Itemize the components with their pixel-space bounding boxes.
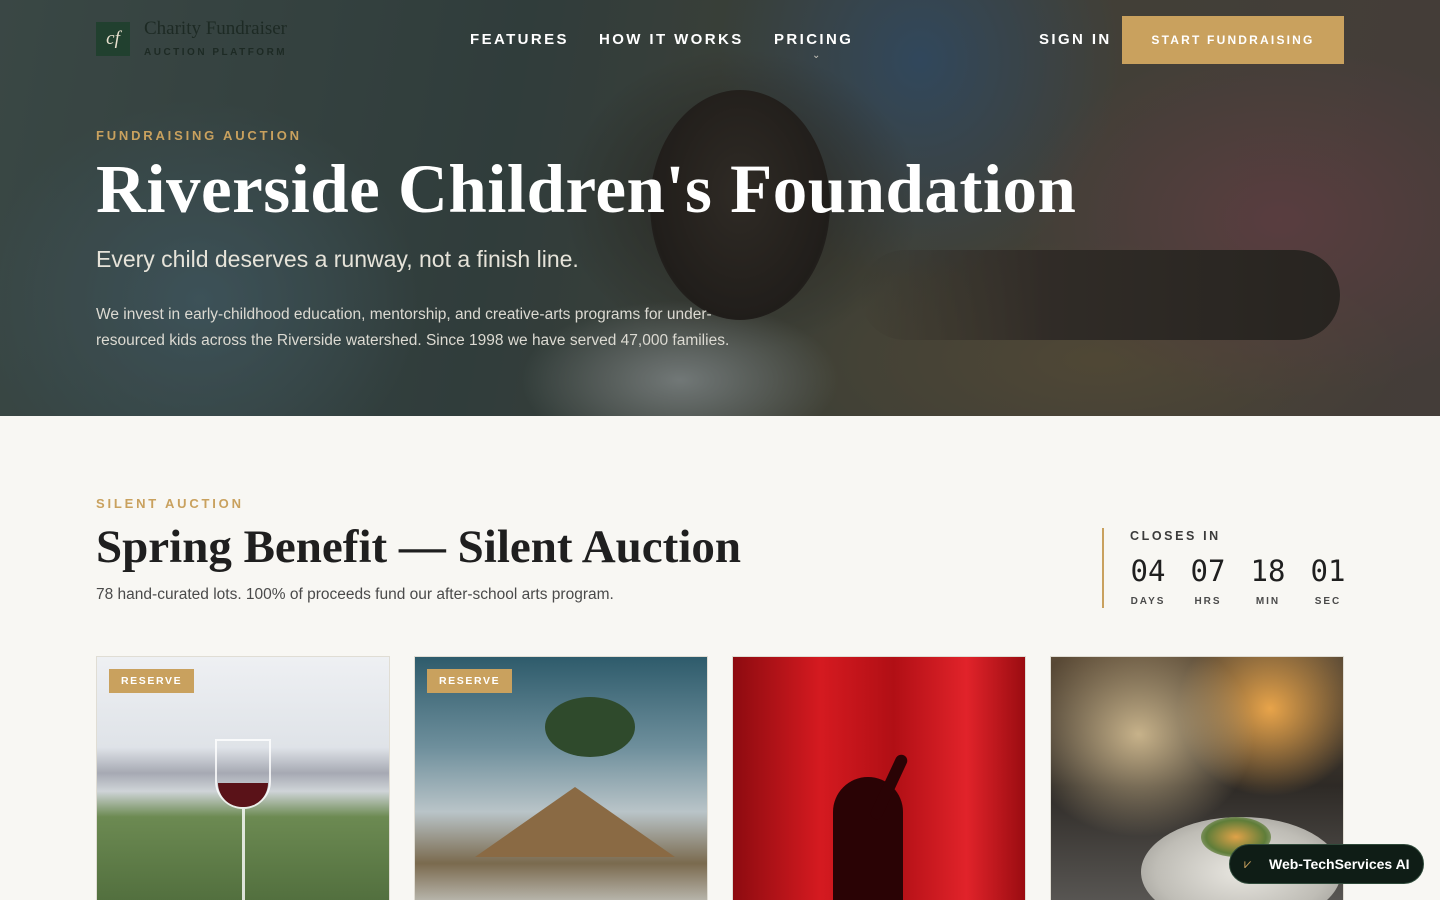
- auction-lot-card[interactable]: RESERVE: [96, 656, 390, 900]
- nav-link-pricing[interactable]: PRICING: [774, 31, 853, 48]
- hero-description: We invest in early-childhood education, …: [96, 306, 730, 349]
- countdown-minutes-value: 18: [1250, 554, 1286, 588]
- ai-assistant-button[interactable]: ⩗ Web-TechServices AI: [1229, 844, 1424, 884]
- hero-eyebrow: FUNDRAISING AUCTION: [96, 128, 302, 143]
- countdown-label: CLOSES IN: [1130, 529, 1221, 543]
- countdown-hours-label: HRS: [1194, 596, 1222, 607]
- reserve-badge: RESERVE: [109, 669, 195, 693]
- ai-assistant-label: Web-TechServices AI: [1269, 856, 1410, 872]
- wine-image-detail: [242, 809, 245, 900]
- countdown-seconds-label: SEC: [1314, 596, 1342, 607]
- countdown-seconds-value: 01: [1310, 554, 1346, 588]
- countdown-days-label: DAYS: [1130, 596, 1166, 607]
- hero-subtitle: Every child deserves a runway, not a fin…: [96, 246, 579, 272]
- sign-in-link[interactable]: SIGN IN: [1039, 31, 1112, 48]
- nav-link-features[interactable]: FEATURES: [470, 31, 569, 48]
- start-fundraising-button[interactable]: START FUNDRAISING: [1122, 16, 1344, 64]
- auction-lot-card[interactable]: RESERVE: [414, 656, 708, 900]
- auction-eyebrow: SILENT AUCTION: [96, 496, 244, 511]
- auction-lot-card[interactable]: [732, 656, 1026, 900]
- palm-tree-image: [545, 697, 635, 757]
- reserve-badge: RESERVE: [427, 669, 513, 693]
- hero-title: Riverside Children's Foundation: [96, 151, 1077, 227]
- countdown-minutes-label: MIN: [1255, 596, 1281, 607]
- countdown-minutes: 18 MIN: [1248, 554, 1288, 607]
- logo-name[interactable]: Charity Fundraiser: [144, 18, 287, 40]
- countdown-hours-value: 07: [1190, 554, 1226, 588]
- logo-tagline: AUCTION PLATFORM: [144, 47, 288, 58]
- nav-link-how-it-works[interactable]: HOW IT WORKS: [599, 31, 744, 48]
- countdown-hours: 07 HRS: [1188, 554, 1228, 607]
- top-nav: cf Charity Fundraiser AUCTION PLATFORM F…: [0, 0, 1440, 80]
- countdown-days: 04 DAYS: [1128, 554, 1168, 607]
- hero-background-detail: [860, 250, 1340, 340]
- chevron-check-icon: ⩗: [1244, 856, 1252, 871]
- beach-hut-image: [475, 787, 675, 857]
- countdown-seconds: 01 SEC: [1308, 554, 1348, 607]
- logo-mark[interactable]: cf: [96, 22, 130, 56]
- chevron-down-icon: ⌄: [812, 50, 821, 61]
- auction-title: Spring Benefit — Silent Auction: [96, 521, 742, 573]
- countdown-timer: CLOSES IN 04 DAYS 07 HRS 18 MIN 01 SEC: [1102, 528, 1345, 608]
- countdown-days-value: 04: [1130, 554, 1166, 588]
- auction-description: 78 hand-curated lots. 100% of proceeds f…: [96, 586, 614, 603]
- performer-silhouette-image: [833, 777, 903, 900]
